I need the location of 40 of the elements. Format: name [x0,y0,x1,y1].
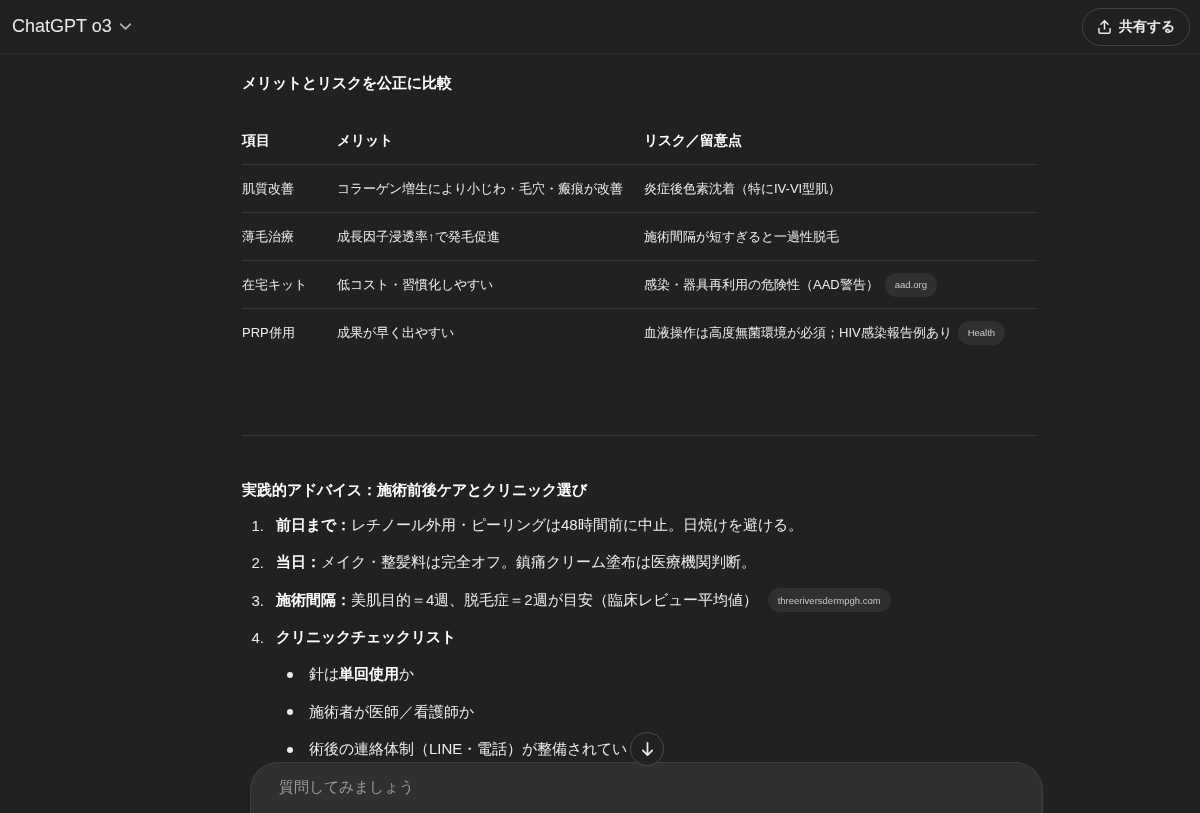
arrow-down-icon [641,742,653,756]
list-number: 4. [250,629,264,647]
table-cell: 成長因子浸透率↑で発毛促進 [337,227,500,246]
share-icon [1098,19,1111,34]
list-item-text: 前日まで：レチノール外用・ピーリングは48時間前に中止。日焼けを避ける。 [276,516,803,536]
table-cell: 感染・器具再利用の危険性（AAD警告） [644,275,879,294]
table-cell: 在宅キット [242,275,307,294]
table-header: リスク／留意点 [644,132,742,150]
source-link[interactable]: Health [957,320,1006,345]
message-input-field[interactable]: 質問してみましょう [250,762,1043,813]
list-number: 1. [250,517,264,535]
list-item-text: 針は単回使用か [309,665,414,685]
table-cell: 肌質改善 [242,179,294,198]
list-number: 2. [250,554,264,572]
bullet-icon [287,709,293,716]
scroll-down-button[interactable] [630,732,664,766]
section-heading: メリットとリスクを公正に比較 [242,73,452,93]
chevron-down-icon [119,23,131,30]
table-cell: 炎症後色素沈着（特にIV-VI型肌） [644,179,842,198]
list-number: 3. [250,591,264,609]
list-item-text: 施術間隔：美肌目的＝4週、脱毛症＝2週が目安（臨床レビュー平均値） [276,590,758,610]
table-header: メリット [337,132,393,150]
table-cell: 血液操作は高度無菌環境が必須；HIV感染報告例あり [644,323,952,342]
bullet-icon [287,671,293,678]
source-link[interactable]: threeriversdermpgh.com [767,588,891,613]
table-cell: 施術間隔が短すぎると一過性脱毛 [644,227,839,246]
table-header: 項目 [242,132,270,150]
bullet-icon [287,746,293,753]
table-cell: 成果が早く出やすい [337,323,454,342]
table-cell: 低コスト・習慣化しやすい [337,275,493,294]
model-selector[interactable]: ChatGPT o3 [12,16,131,37]
table-cell: 薄毛治療 [242,227,294,246]
list-item-text: 当日：メイク・整髪料は完全オフ。鎮痛クリーム塗布は医療機関判断。 [276,553,756,573]
table-cell: PRP併用 [242,323,295,342]
list-item-text: 術後の連絡体制（LINE・電話）が整備されてい [309,740,628,760]
source-link[interactable]: aad.org [884,272,937,297]
section-heading: 実践的アドバイス：施術前後ケアとクリニック選び [242,480,587,500]
list-item-text: 施術者が医師／看護師か [309,702,474,722]
list-item-text: クリニックチェックリスト [276,628,456,648]
table-cell: コラーゲン増生により小じわ・毛穴・瘢痕が改善 [337,179,623,198]
